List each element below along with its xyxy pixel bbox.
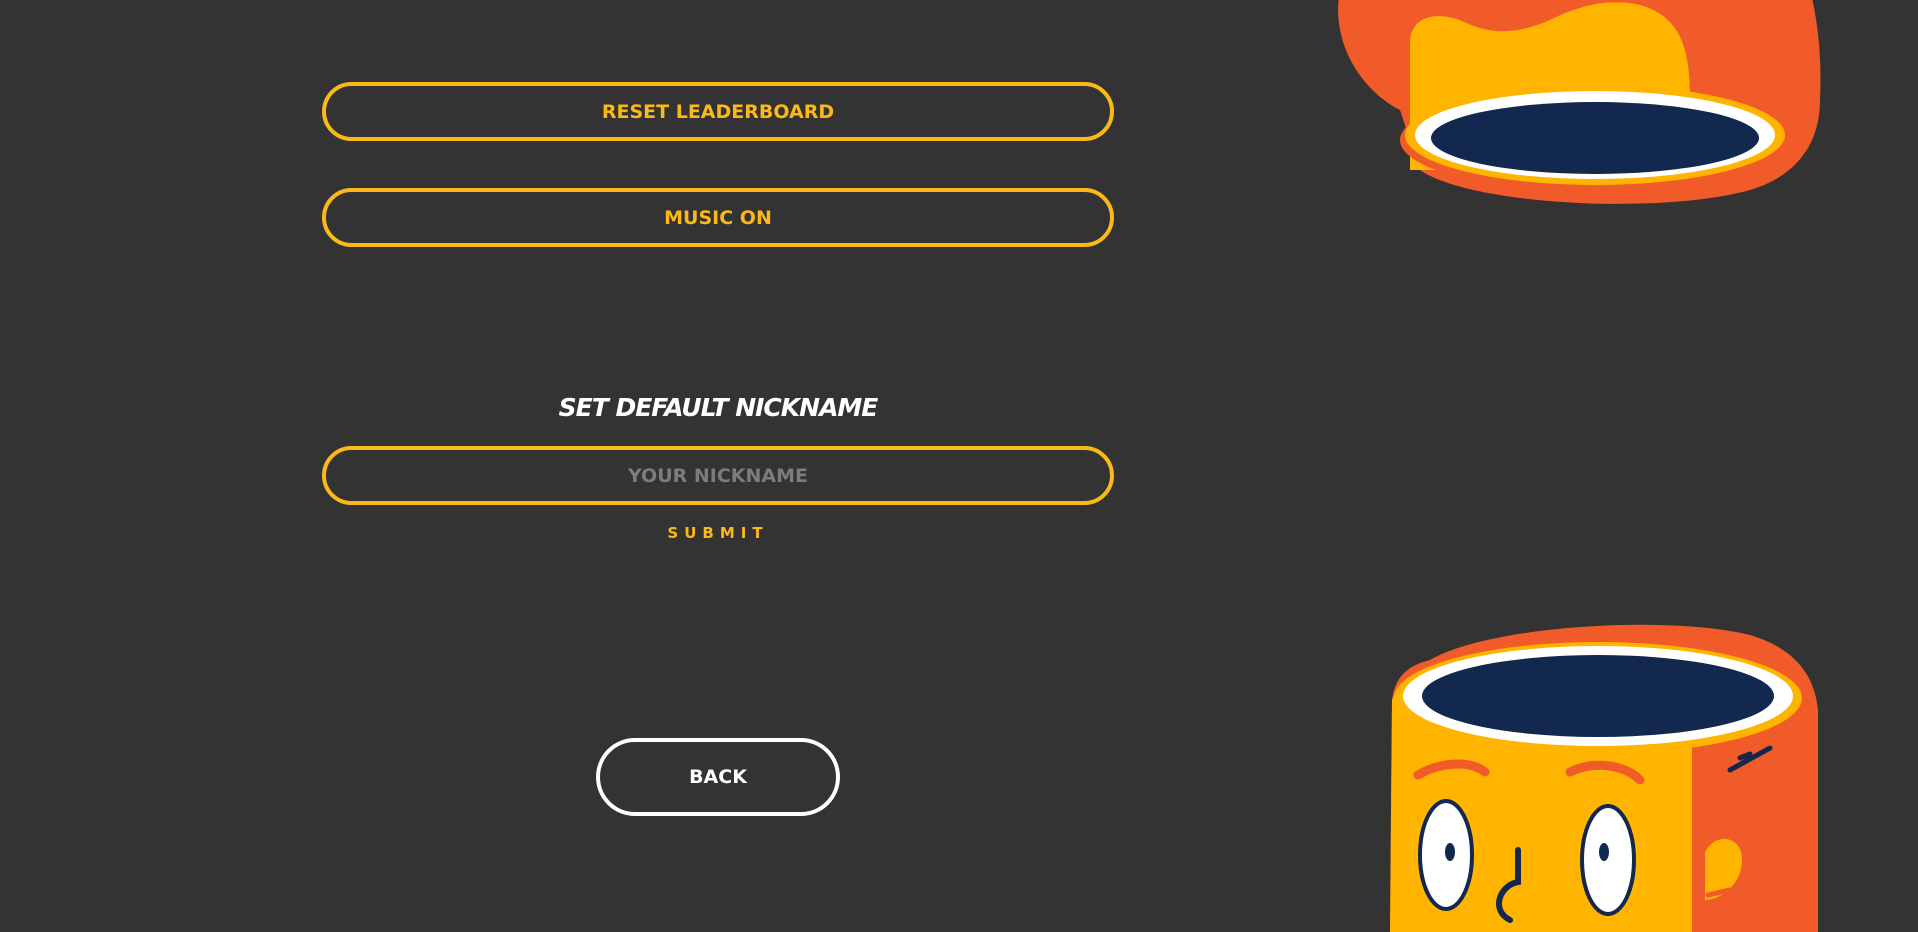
music-toggle-label: MUSIC ON bbox=[664, 206, 772, 229]
reset-leaderboard-label: RESET LEADERBOARD bbox=[601, 100, 835, 123]
music-toggle-button[interactable]: MUSIC ON bbox=[322, 188, 1114, 247]
back-button[interactable]: BACK bbox=[596, 738, 840, 816]
submit-button[interactable]: SUBMIT bbox=[322, 524, 1114, 542]
back-label: BACK bbox=[689, 766, 747, 788]
cup-character-face-icon bbox=[1390, 624, 1818, 932]
nickname-input[interactable] bbox=[322, 446, 1114, 505]
nickname-section-title: SET DEFAULT NICKNAME bbox=[558, 393, 879, 422]
cup-character-top-icon bbox=[1338, 0, 1821, 204]
settings-screen: RESET LEADERBOARD MUSIC ON SET DEFAULT N… bbox=[0, 0, 1918, 932]
reset-leaderboard-button[interactable]: RESET LEADERBOARD bbox=[322, 82, 1114, 141]
